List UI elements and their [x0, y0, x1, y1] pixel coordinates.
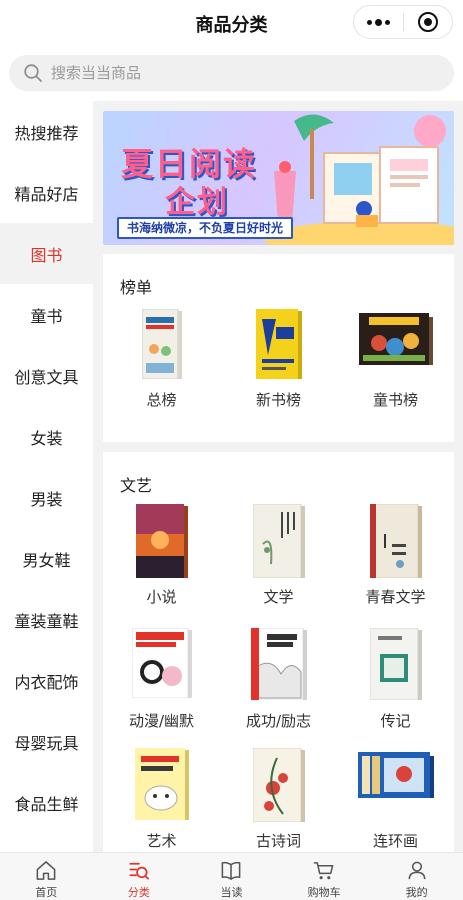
tab-reading[interactable]: 当读 [185, 853, 278, 900]
search-input[interactable] [51, 64, 411, 82]
book-cover-image [131, 628, 192, 698]
cart-icon [313, 862, 334, 880]
category-label: 新书榜 [255, 391, 301, 409]
section-title: 榜单 [120, 278, 153, 297]
book-cover-image [135, 504, 188, 578]
category-icon [129, 862, 149, 880]
category-label: 总榜 [146, 391, 177, 409]
category-item-comics-humor[interactable]: 动漫/幽默 [103, 628, 220, 730]
category-label: 传记 [380, 712, 411, 730]
category-label: 动漫/幽默 [128, 712, 195, 730]
banner-slogan: 书海纳微凉，不负夏日好时光 [117, 217, 294, 239]
search-icon [24, 64, 42, 82]
tab-mine[interactable]: 我的 [370, 853, 463, 900]
category-item-novel[interactable]: 小说 [103, 504, 220, 606]
category-item-art[interactable]: 艺术 [103, 748, 220, 850]
user-icon [408, 861, 426, 880]
close-target-icon[interactable] [404, 6, 452, 38]
category-label: 青春文学 [365, 588, 426, 606]
sidebar-item-stationery[interactable]: 创意文具 [0, 345, 93, 406]
book-cover-image [134, 748, 189, 820]
tab-category[interactable]: 分类 [93, 853, 186, 900]
tab-label: 当读 [220, 886, 243, 899]
sidebar-item-shoes[interactable]: 男女鞋 [0, 528, 93, 589]
home-icon [36, 861, 56, 880]
book-cover-image [369, 628, 422, 700]
sidebar-item-kids-clothing[interactable]: 童装童鞋 [0, 589, 93, 650]
tab-label: 分类 [127, 886, 150, 899]
category-item-biography[interactable]: 传记 [337, 628, 454, 730]
book-icon [222, 861, 241, 880]
category-item-classical-poetry[interactable]: 古诗词 [220, 748, 337, 850]
bottom-tab-bar: 首页 分类 当读 购物车 我的 [0, 852, 463, 900]
tab-label: 我的 [405, 886, 428, 899]
category-label: 成功/励志 [245, 712, 312, 730]
category-item-youth-literature[interactable]: 青春文学 [337, 504, 454, 606]
sidebar-item-baby-toys[interactable]: 母婴玩具 [0, 711, 93, 772]
book-cover-image [358, 313, 433, 365]
section-literature-arts: 文艺 小说 文学 青春文学 动漫/幽默 成功/励志 传记 艺术 古诗词 连环画 [103, 452, 454, 852]
mini-program-capsule [353, 5, 453, 39]
sidebar-item-hot[interactable]: 热搜推荐 [0, 101, 93, 162]
tab-cart[interactable]: 购物车 [278, 853, 371, 900]
search-bar-container [0, 46, 463, 101]
sidebar-item-underwear[interactable]: 内衣配饰 [0, 650, 93, 711]
category-item-picture-stories[interactable]: 连环画 [337, 748, 454, 850]
sidebar-item-children-books[interactable]: 童书 [0, 284, 93, 345]
promo-banner[interactable]: 夏日阅读 企划 书海纳微凉，不负夏日好时光 [103, 111, 454, 245]
sidebar-item-books[interactable]: 图书 [0, 223, 93, 284]
tab-label: 首页 [35, 886, 58, 899]
book-cover-image [369, 504, 422, 578]
tab-label: 购物车 [307, 886, 341, 899]
sidebar-item-womens-clothing[interactable]: 女装 [0, 406, 93, 467]
category-item-new-books[interactable]: 新书榜 [220, 309, 337, 409]
category-sidebar: 热搜推荐 精品好店 图书 童书 创意文具 女装 男装 男女鞋 童装童鞋 内衣配饰… [0, 101, 93, 852]
search-bar[interactable] [9, 55, 454, 91]
tab-home[interactable]: 首页 [0, 853, 93, 900]
section-title: 文艺 [120, 476, 153, 495]
sidebar-item-food[interactable]: 食品生鲜 [0, 772, 93, 833]
category-label: 连环画 [372, 832, 418, 850]
category-item-childrens-ranking[interactable]: 童书榜 [337, 309, 454, 409]
category-label: 古诗词 [255, 832, 301, 850]
sidebar-item-shops[interactable]: 精品好店 [0, 162, 93, 223]
book-cover-image [250, 628, 307, 700]
category-item-success-motivation[interactable]: 成功/励志 [220, 628, 337, 730]
book-cover-image [252, 748, 305, 822]
category-item-overall-ranking[interactable]: 总榜 [103, 309, 220, 409]
category-content: 夏日阅读 企划 书海纳微凉，不负夏日好时光 榜单 总榜 新书榜 童书榜 文艺 小… [93, 101, 463, 852]
nav-bar: 商品分类 [0, 0, 463, 46]
book-cover-image [252, 504, 305, 578]
book-cover-image [255, 309, 302, 379]
banner-headline-2: 企划 [165, 185, 229, 220]
section-rankings: 榜单 总榜 新书榜 童书榜 [103, 254, 454, 442]
more-menu-icon[interactable] [354, 6, 403, 38]
book-cover-image [141, 309, 182, 379]
sidebar-item-mens-clothing[interactable]: 男装 [0, 467, 93, 528]
category-label: 小说 [146, 588, 177, 606]
category-item-literature[interactable]: 文学 [220, 504, 337, 606]
category-label: 童书榜 [372, 391, 418, 409]
category-label: 艺术 [146, 832, 177, 850]
category-label: 文学 [263, 588, 294, 606]
book-cover-image [357, 752, 434, 798]
